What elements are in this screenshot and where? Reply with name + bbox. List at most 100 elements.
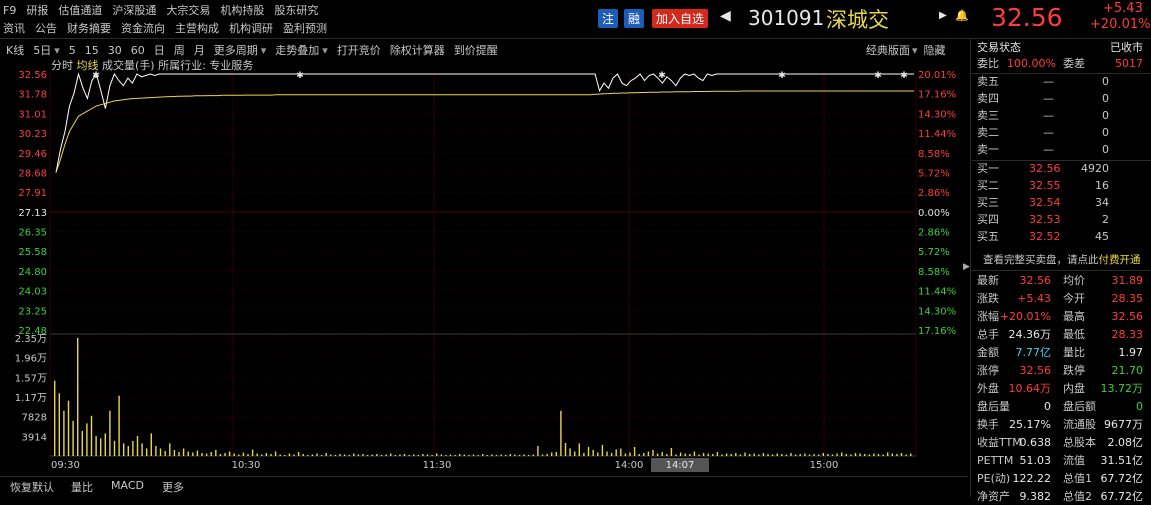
volume-bar [813,454,815,456]
tab-macd[interactable]: MACD [111,479,144,492]
pct-tick: 2.86% [918,228,950,239]
nav-financial[interactable]: 财务摘要 [67,22,111,35]
volume-bar [77,338,79,456]
timeline-chart[interactable]: 32.56 20.01% 31.78 17.16% 31.01 14.30% 30.23 11… [0,68,968,488]
layout-classic[interactable]: 经典版面 [866,44,910,57]
toolbar-week[interactable]: 周 [174,44,185,57]
toolbar-15min[interactable]: 15 [85,44,99,57]
volume-bar [431,455,433,456]
buy-price: 32.55 [1029,179,1061,192]
stat-label: PETTM [977,454,1014,467]
toolbar-more-period[interactable]: 更多周期 [214,44,258,57]
stat-value: 0 [1136,400,1143,413]
stat-label: PE(动) [977,472,1011,485]
stat-value: 67.72亿 [1100,472,1144,485]
toolbar-price-alert[interactable]: 到价提醒 [454,44,498,57]
hide-button[interactable]: 隐藏 [924,44,946,57]
stat-row: 收益TTM 0.638 总股本 2.08亿 [975,435,1147,451]
buy-label: 买四 [977,213,999,226]
cursor-time-label: 14:07 [666,460,695,471]
stat-label: 收益TTM [977,436,1022,449]
nav-forecast[interactable]: 盈利预测 [283,22,327,35]
pct-tick: 14.30% [918,306,956,317]
prev-stock-arrow-icon[interactable]: ◀ [720,8,731,24]
volume-bar [196,450,199,456]
margin-tag-zhu[interactable]: 注 [598,9,619,28]
price-tick: 31.01 [18,109,47,120]
toolbar-auction[interactable]: 打开竞价 [337,44,381,57]
toolbar-60min[interactable]: 60 [131,44,145,57]
price-tick: 27.13 [18,208,47,219]
panel-divider [970,39,971,497]
volume-bar [541,454,544,456]
limit-up-marker: ✱ [778,71,786,81]
pct-tick: 17.16% [918,326,956,337]
nav-news[interactable]: 资讯 [3,22,25,35]
stat-label: 金额 [977,346,999,359]
volume-bar [877,454,880,456]
volume-bar [781,454,783,456]
nav-block-trade[interactable]: 大宗交易 [166,4,210,17]
nav-inst-research[interactable]: 机构调研 [229,22,273,35]
volume-bar [426,454,429,456]
volume-bar [684,453,686,456]
bell-icon[interactable]: 🔔 [955,9,969,22]
stat-row: PETTM 51.03 流值 31.51亿 [975,453,1147,469]
price-tick: 31.78 [18,90,47,101]
next-stock-arrow-icon[interactable]: ▶ [939,10,947,21]
promo-bar[interactable]: 查看完整买卖盘，请点此付费开通 [975,252,1147,268]
tab-volume-ratio[interactable]: 量比 [71,479,93,495]
dropdown-icon[interactable]: ▾ [261,44,267,57]
toolbar-30min[interactable]: 30 [108,44,122,57]
dropdown-icon[interactable]: ▾ [322,44,328,57]
nav-inst-holding[interactable]: 机构持股 [220,4,264,17]
add-watchlist-button[interactable]: 加入自选 [652,9,709,28]
nav-business[interactable]: 主营构成 [175,22,219,35]
toolbar-exright-calc[interactable]: 除权计算器 [390,44,445,57]
buy-row: 买三 32.54 34 [975,195,1147,211]
nav-f9[interactable]: F9 [3,4,16,17]
nav-fund-flow[interactable]: 资金流向 [121,22,165,35]
divider [0,38,1151,39]
stat-row: 净资产 9.382 总值2 67.72亿 [975,489,1147,505]
volume-bar [748,454,751,456]
nav-hk-connect[interactable]: 沪深股通 [112,4,156,17]
volume-bar [353,453,355,456]
volume-bar [316,453,318,456]
volume-bar [896,454,898,456]
nav-valuation[interactable]: 估值通道 [58,4,102,17]
margin-tag-rong[interactable]: 融 [624,9,645,28]
toolbar-5min[interactable]: 5 [69,44,76,57]
dropdown-icon[interactable]: ▾ [54,44,60,57]
toolbar-day[interactable]: 日 [154,44,165,57]
volume-bar [440,454,442,456]
promo-text: 查看完整买卖盘，请点此 [983,254,1099,266]
pct-tick: 0.00% [918,208,950,219]
dropdown-icon[interactable]: ▾ [912,44,918,57]
panel-collapse-icon[interactable]: ▶ [963,262,970,272]
toolbar-month[interactable]: 月 [194,44,205,57]
volume-bar [831,454,834,456]
stat-value: 32.56 [1019,274,1052,287]
toolbar-kline[interactable]: K线 [6,44,24,57]
promo-link[interactable]: 付费开通 [1099,254,1141,266]
pct-tick: 20.01% [918,70,956,81]
volume-bar [67,400,70,456]
stat-label: 净资产 [977,490,1010,503]
volume-bar [551,452,553,456]
tab-restore-default[interactable]: 恢复默认 [10,479,54,495]
stat-row: 换手 25.17% 流通股 9677万 [975,417,1147,433]
tab-more[interactable]: 更多 [162,479,184,495]
nav-holder-research[interactable]: 股东研究 [274,4,318,17]
buy-price: 32.52 [1029,230,1061,243]
toolbar-5day[interactable]: 5日 [33,44,51,57]
volume-bar [712,454,714,456]
toolbar-overlay[interactable]: 走势叠加 [275,44,319,57]
volume-bar [63,410,65,456]
weicha-value: 5017 [1115,57,1143,70]
stat-row: 涨停 32.56 跌停 21.70 [975,363,1147,379]
stat-label: 外盘 [977,382,999,395]
price-tick: 30.23 [18,129,47,140]
nav-research[interactable]: 研报 [26,4,48,17]
nav-announcement[interactable]: 公告 [35,22,57,35]
